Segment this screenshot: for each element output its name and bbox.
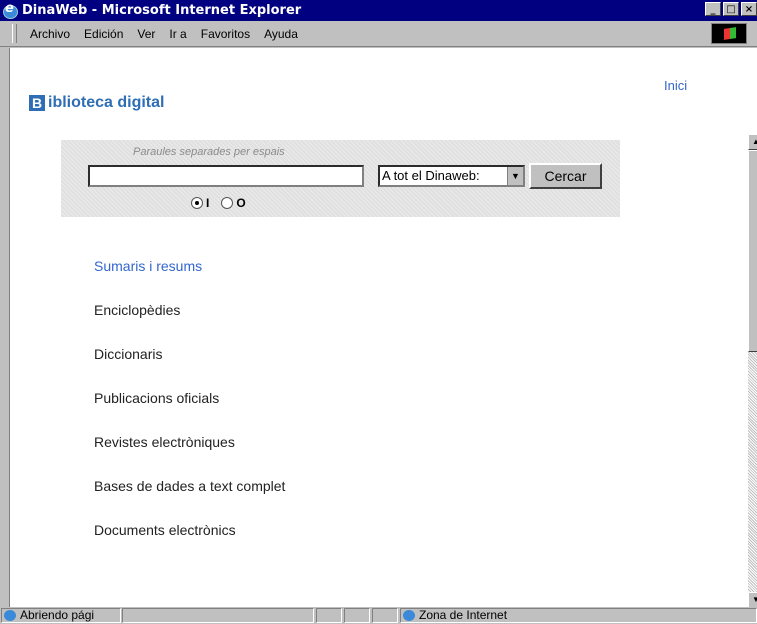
status-zone-cell: Zona de Internet	[400, 608, 757, 623]
search-panel: Paraules separades per espais A tot el D…	[61, 140, 620, 217]
search-scope-select[interactable]: A tot el Dinaweb: ▼	[378, 165, 525, 187]
radio-o-label: O	[236, 196, 246, 210]
inici-link[interactable]: Inici	[664, 78, 687, 93]
scroll-thumb[interactable]	[748, 150, 757, 352]
title-bar: DinaWeb - Microsoft Internet Explorer _ …	[0, 0, 757, 21]
internet-zone-icon	[403, 610, 415, 622]
page-loading-icon	[4, 610, 16, 622]
windows-logo-icon	[711, 23, 747, 44]
toolbar-grip[interactable]	[12, 24, 17, 43]
status-bar: Abriendo pági Zona de Internet	[0, 607, 757, 624]
menu-favoritos[interactable]: Favoritos	[194, 27, 257, 41]
status-text: Abriendo pági	[20, 608, 95, 622]
scroll-up-button[interactable]: ▲	[748, 134, 757, 150]
link-enciclopedies[interactable]: Enciclopèdies	[94, 301, 285, 345]
status-cell-3	[372, 608, 398, 623]
window-title: DinaWeb - Microsoft Internet Explorer	[22, 3, 302, 18]
menu-archivo[interactable]: Archivo	[23, 27, 77, 41]
status-cell-1	[316, 608, 342, 623]
status-zone: Zona de Internet	[419, 608, 508, 622]
scroll-down-button[interactable]: ▼	[748, 592, 757, 607]
maximize-button[interactable]: □	[723, 2, 739, 16]
menu-bar: Archivo Edición Ver Ir a Favoritos Ayuda	[0, 21, 757, 47]
menu-ir-a[interactable]: Ir a	[162, 27, 193, 41]
brand-logo: B iblioteca digital	[29, 94, 164, 112]
link-documents[interactable]: Documents electrònics	[94, 521, 285, 565]
link-diccionaris[interactable]: Diccionaris	[94, 345, 285, 389]
menu-edicion[interactable]: Edición	[77, 27, 130, 41]
menu-ver[interactable]: Ver	[130, 27, 162, 41]
dropdown-arrow-icon[interactable]: ▼	[507, 167, 523, 185]
vertical-scrollbar[interactable]: ▲ ▼	[748, 134, 757, 607]
search-scope-value: A tot el Dinaweb:	[382, 168, 480, 183]
internet-explorer-icon	[2, 1, 18, 19]
window-controls: _ □ ×	[703, 2, 757, 16]
status-text-cell: Abriendo pági	[1, 608, 121, 623]
link-bases-dades[interactable]: Bases de dades a text complet	[94, 477, 285, 521]
status-cell-2	[344, 608, 370, 623]
close-button[interactable]: ×	[741, 2, 757, 16]
radio-i-label: I	[206, 196, 210, 210]
link-revistes[interactable]: Revistes electròniques	[94, 433, 285, 477]
brand-b-icon: B	[29, 95, 45, 111]
category-links: Sumaris i resums Enciclopèdies Diccionar…	[94, 257, 285, 565]
radio-i[interactable]	[191, 197, 203, 209]
brand-title: iblioteca digital	[48, 94, 165, 111]
search-button[interactable]: Cercar	[529, 163, 602, 189]
menu-ayuda[interactable]: Ayuda	[257, 27, 305, 41]
search-input[interactable]	[88, 165, 364, 187]
radio-o[interactable]	[221, 197, 234, 209]
minimize-button[interactable]: _	[705, 2, 721, 16]
link-sumaris[interactable]: Sumaris i resums	[94, 257, 285, 301]
search-hint: Paraules separades per espais	[133, 146, 285, 158]
search-mode-radios: I O	[191, 196, 258, 210]
status-progress-cell	[122, 608, 314, 623]
link-publicacions[interactable]: Publicacions oficials	[94, 389, 285, 433]
page-content: Inici B iblioteca digital Paraules separ…	[9, 48, 757, 607]
